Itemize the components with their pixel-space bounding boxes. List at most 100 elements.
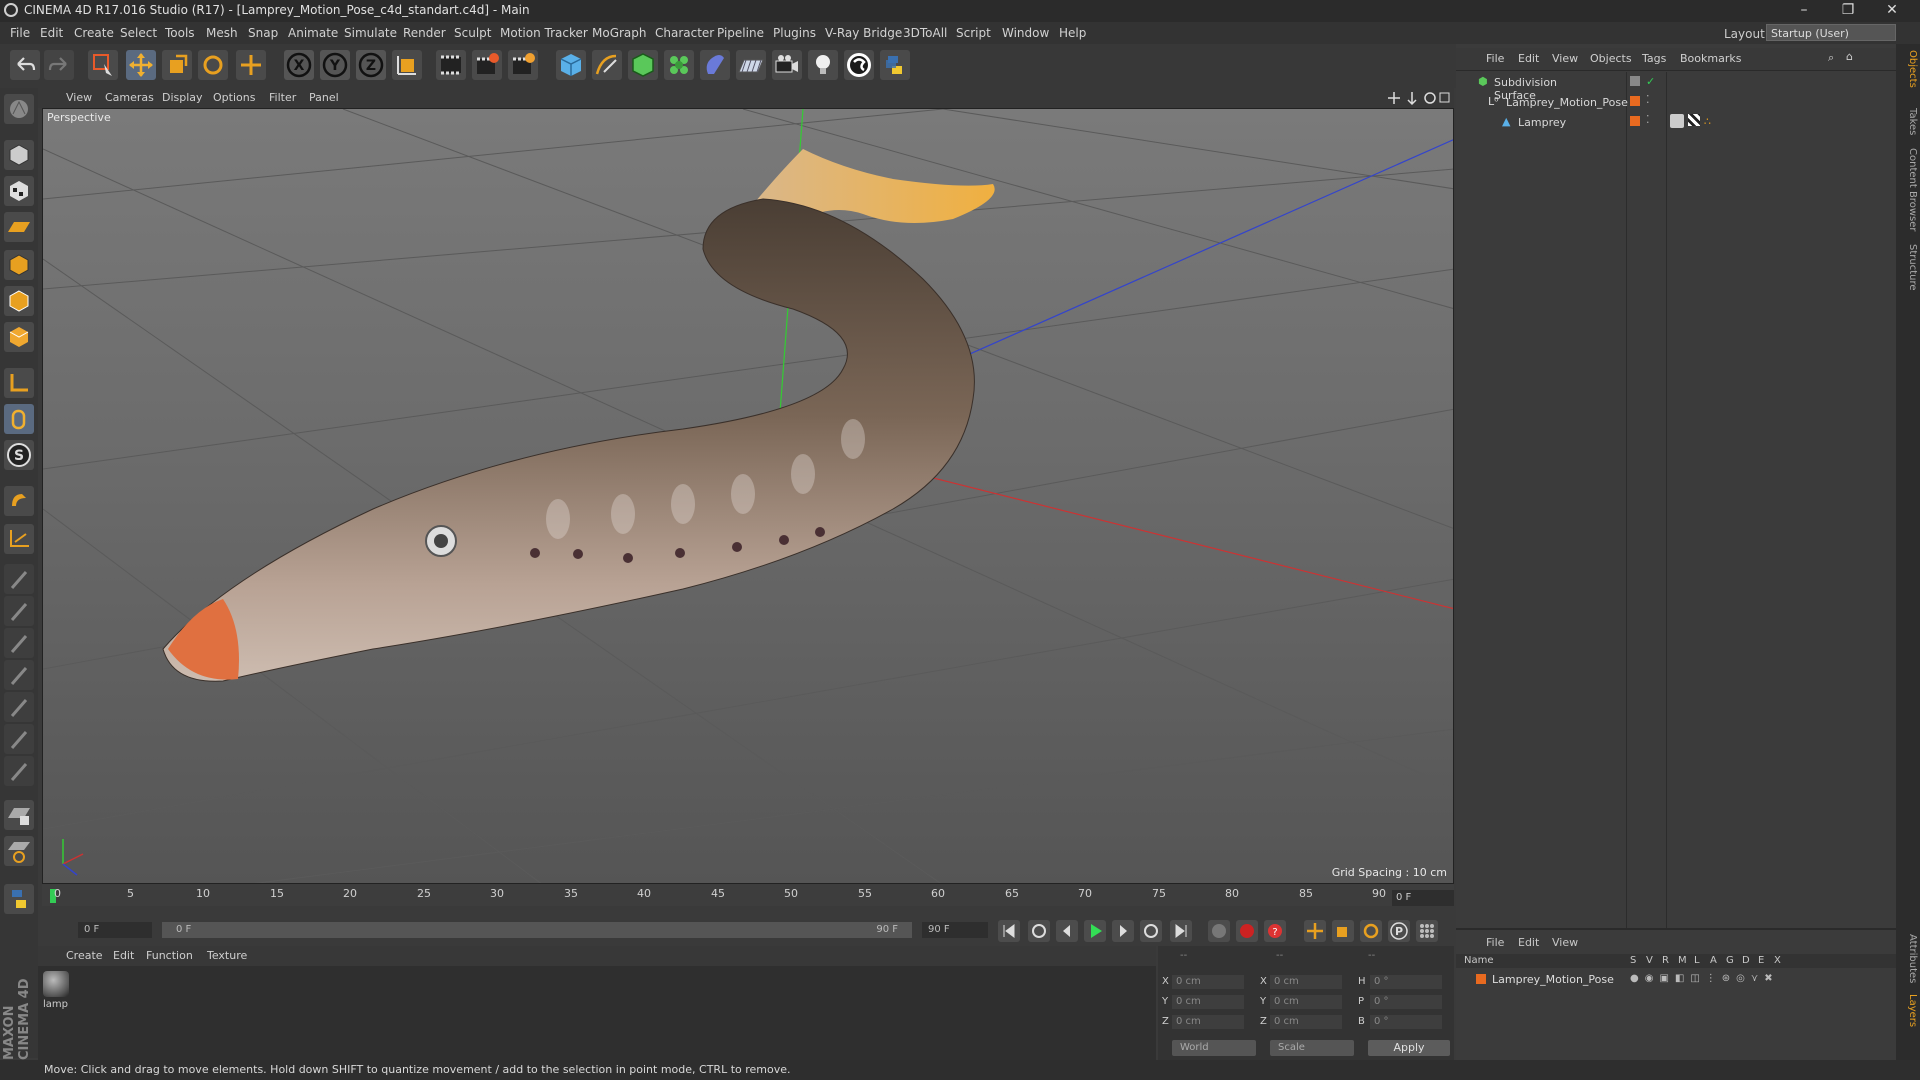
timeline-ruler[interactable]: 0 5 10 15 20 25 30 35 40 45 50 55 60 65 … bbox=[42, 884, 1454, 906]
restore-button[interactable]: ❐ bbox=[1826, 0, 1870, 22]
model-mode-icon[interactable] bbox=[4, 140, 34, 170]
points-mode-icon[interactable] bbox=[4, 250, 34, 280]
magnet-icon[interactable] bbox=[4, 486, 34, 516]
position-x-field[interactable]: 0 cm bbox=[1172, 975, 1244, 989]
tweak-mode-icon[interactable] bbox=[4, 404, 34, 434]
rotation-b-field[interactable]: 0 ° bbox=[1370, 1015, 1442, 1029]
menu-edit[interactable]: Edit bbox=[40, 26, 63, 40]
redo-icon[interactable] bbox=[44, 50, 74, 80]
x-axis-lock-button[interactable]: X bbox=[284, 50, 314, 80]
material-menu-create[interactable]: Create bbox=[66, 949, 103, 962]
cloner-icon[interactable] bbox=[664, 50, 694, 80]
point-level-animation-button[interactable] bbox=[1416, 920, 1438, 942]
material-menu-edit[interactable]: Edit bbox=[113, 949, 134, 962]
menu-pipeline[interactable]: Pipeline bbox=[717, 26, 764, 40]
render-to-picture-viewer-icon[interactable] bbox=[472, 50, 502, 80]
menu-create[interactable]: Create bbox=[74, 26, 114, 40]
preview-range-slider[interactable]: 0 F 90 F bbox=[162, 922, 912, 938]
polygons-mode-icon[interactable] bbox=[4, 322, 34, 352]
menu-motion-tracker[interactable]: Motion Tracker bbox=[500, 26, 588, 40]
current-frame-field[interactable]: 0 F bbox=[1392, 890, 1454, 906]
floor-icon[interactable] bbox=[736, 50, 766, 80]
menu-plugins[interactable]: Plugins bbox=[773, 26, 816, 40]
menu-3dtoall[interactable]: 3DToAll bbox=[903, 26, 947, 40]
menu-snap[interactable]: Snap bbox=[248, 26, 278, 40]
start-frame-field[interactable]: 0 F bbox=[78, 922, 152, 938]
size-mode-dropdown[interactable]: Scale bbox=[1270, 1040, 1354, 1056]
layout-dropdown[interactable]: Startup (User) bbox=[1766, 24, 1896, 41]
recent-tool-icon[interactable] bbox=[236, 50, 266, 80]
next-key-button[interactable] bbox=[1140, 920, 1162, 942]
menu-tools[interactable]: Tools bbox=[165, 26, 195, 40]
menu-animate[interactable]: Animate bbox=[288, 26, 338, 40]
z-axis-lock-button[interactable]: Z bbox=[356, 50, 386, 80]
python-icon[interactable] bbox=[880, 50, 910, 80]
apply-button[interactable]: Apply bbox=[1368, 1040, 1450, 1056]
material-menu-function[interactable]: Function bbox=[146, 949, 193, 962]
lock-workplane-icon[interactable] bbox=[4, 800, 34, 830]
previous-frame-button[interactable] bbox=[1056, 920, 1078, 942]
search-icon[interactable]: ⌕ bbox=[1828, 51, 1834, 65]
viewport-menu-display[interactable]: Display bbox=[162, 91, 203, 104]
visibility-dots-icon[interactable]: ⁚ bbox=[1646, 113, 1650, 126]
viewport-menu-view[interactable]: View bbox=[66, 91, 92, 104]
scale-icon[interactable] bbox=[162, 50, 192, 80]
make-editable-icon[interactable] bbox=[4, 94, 34, 124]
layer-swatch[interactable] bbox=[1630, 116, 1640, 126]
object-menu-bookmarks[interactable]: Bookmarks bbox=[1680, 52, 1741, 65]
size-x-field[interactable]: 0 cm bbox=[1270, 975, 1342, 989]
move-icon[interactable] bbox=[126, 50, 156, 80]
render-view-icon[interactable] bbox=[436, 50, 466, 80]
texture-tag-icon[interactable] bbox=[1670, 114, 1684, 128]
next-frame-button[interactable] bbox=[1112, 920, 1134, 942]
rotation-h-field[interactable]: 0 ° bbox=[1370, 975, 1442, 989]
camera-icon[interactable] bbox=[772, 50, 802, 80]
menu-character[interactable]: Character bbox=[655, 26, 714, 40]
layer-name[interactable]: Lamprey_Motion_Pose bbox=[1492, 973, 1614, 986]
y-axis-lock-button[interactable]: Y bbox=[320, 50, 350, 80]
rotation-p-field[interactable]: 0 ° bbox=[1370, 995, 1442, 1009]
object-menu-edit[interactable]: Edit bbox=[1518, 52, 1539, 65]
phong-tag-icon[interactable] bbox=[1688, 114, 1700, 126]
tab-attributes[interactable]: Attributes bbox=[1898, 934, 1918, 983]
object-menu-tags[interactable]: Tags bbox=[1642, 52, 1666, 65]
sculpt-brush-icon[interactable] bbox=[4, 564, 34, 594]
object-menu-file[interactable]: File bbox=[1486, 52, 1504, 65]
material-thumbnail-lamp[interactable] bbox=[43, 971, 69, 997]
tab-objects[interactable]: Objects bbox=[1898, 50, 1918, 88]
layer-swatch[interactable] bbox=[1630, 96, 1640, 106]
sculpt-inflate-icon[interactable] bbox=[4, 660, 34, 690]
layer-menu-file[interactable]: File bbox=[1486, 936, 1504, 949]
visibility-dots-icon[interactable]: ⁚ bbox=[1646, 93, 1650, 106]
workplane-mode-icon[interactable] bbox=[4, 212, 34, 242]
rotation-key-button[interactable] bbox=[1360, 920, 1382, 942]
light-icon[interactable] bbox=[808, 50, 838, 80]
undo-icon[interactable] bbox=[10, 50, 40, 80]
menu-help[interactable]: Help bbox=[1059, 26, 1086, 40]
record-keys-button[interactable] bbox=[1208, 920, 1230, 942]
subdivision-surface-icon[interactable] bbox=[628, 50, 658, 80]
viewport-menu-options[interactable]: Options bbox=[213, 91, 255, 104]
live-selection-icon[interactable] bbox=[88, 50, 118, 80]
coordinate-space-dropdown[interactable]: World bbox=[1172, 1040, 1256, 1056]
texture-mode-icon[interactable] bbox=[4, 176, 34, 206]
tab-content-browser[interactable]: Content Browser bbox=[1898, 148, 1918, 231]
menu-render[interactable]: Render bbox=[403, 26, 446, 40]
snap-settings-icon[interactable] bbox=[4, 836, 34, 866]
previous-key-button[interactable] bbox=[1028, 920, 1050, 942]
rotate-icon[interactable] bbox=[198, 50, 228, 80]
sculpt-grab-icon[interactable] bbox=[4, 756, 34, 786]
solo-mode-icon[interactable]: S bbox=[4, 440, 34, 470]
viewport-menu-panel[interactable]: Panel bbox=[309, 91, 339, 104]
object-menu-view[interactable]: View bbox=[1552, 52, 1578, 65]
viewport-navigation-icons[interactable] bbox=[1388, 90, 1450, 106]
go-to-start-button[interactable] bbox=[998, 920, 1020, 942]
layer-row[interactable]: Lamprey_Motion_Pose ●◉▣◧◫⋮⊛◎⋎✖ bbox=[1456, 972, 1896, 988]
layer-menu-view[interactable]: View bbox=[1552, 936, 1578, 949]
tab-layers[interactable]: Layers bbox=[1898, 994, 1918, 1027]
size-y-field[interactable]: 0 cm bbox=[1270, 995, 1342, 1009]
python-console-icon[interactable] bbox=[4, 884, 34, 914]
home-icon[interactable]: ⌂ bbox=[1846, 50, 1853, 63]
edges-mode-icon[interactable] bbox=[4, 286, 34, 316]
workplane-icon[interactable] bbox=[4, 524, 34, 554]
